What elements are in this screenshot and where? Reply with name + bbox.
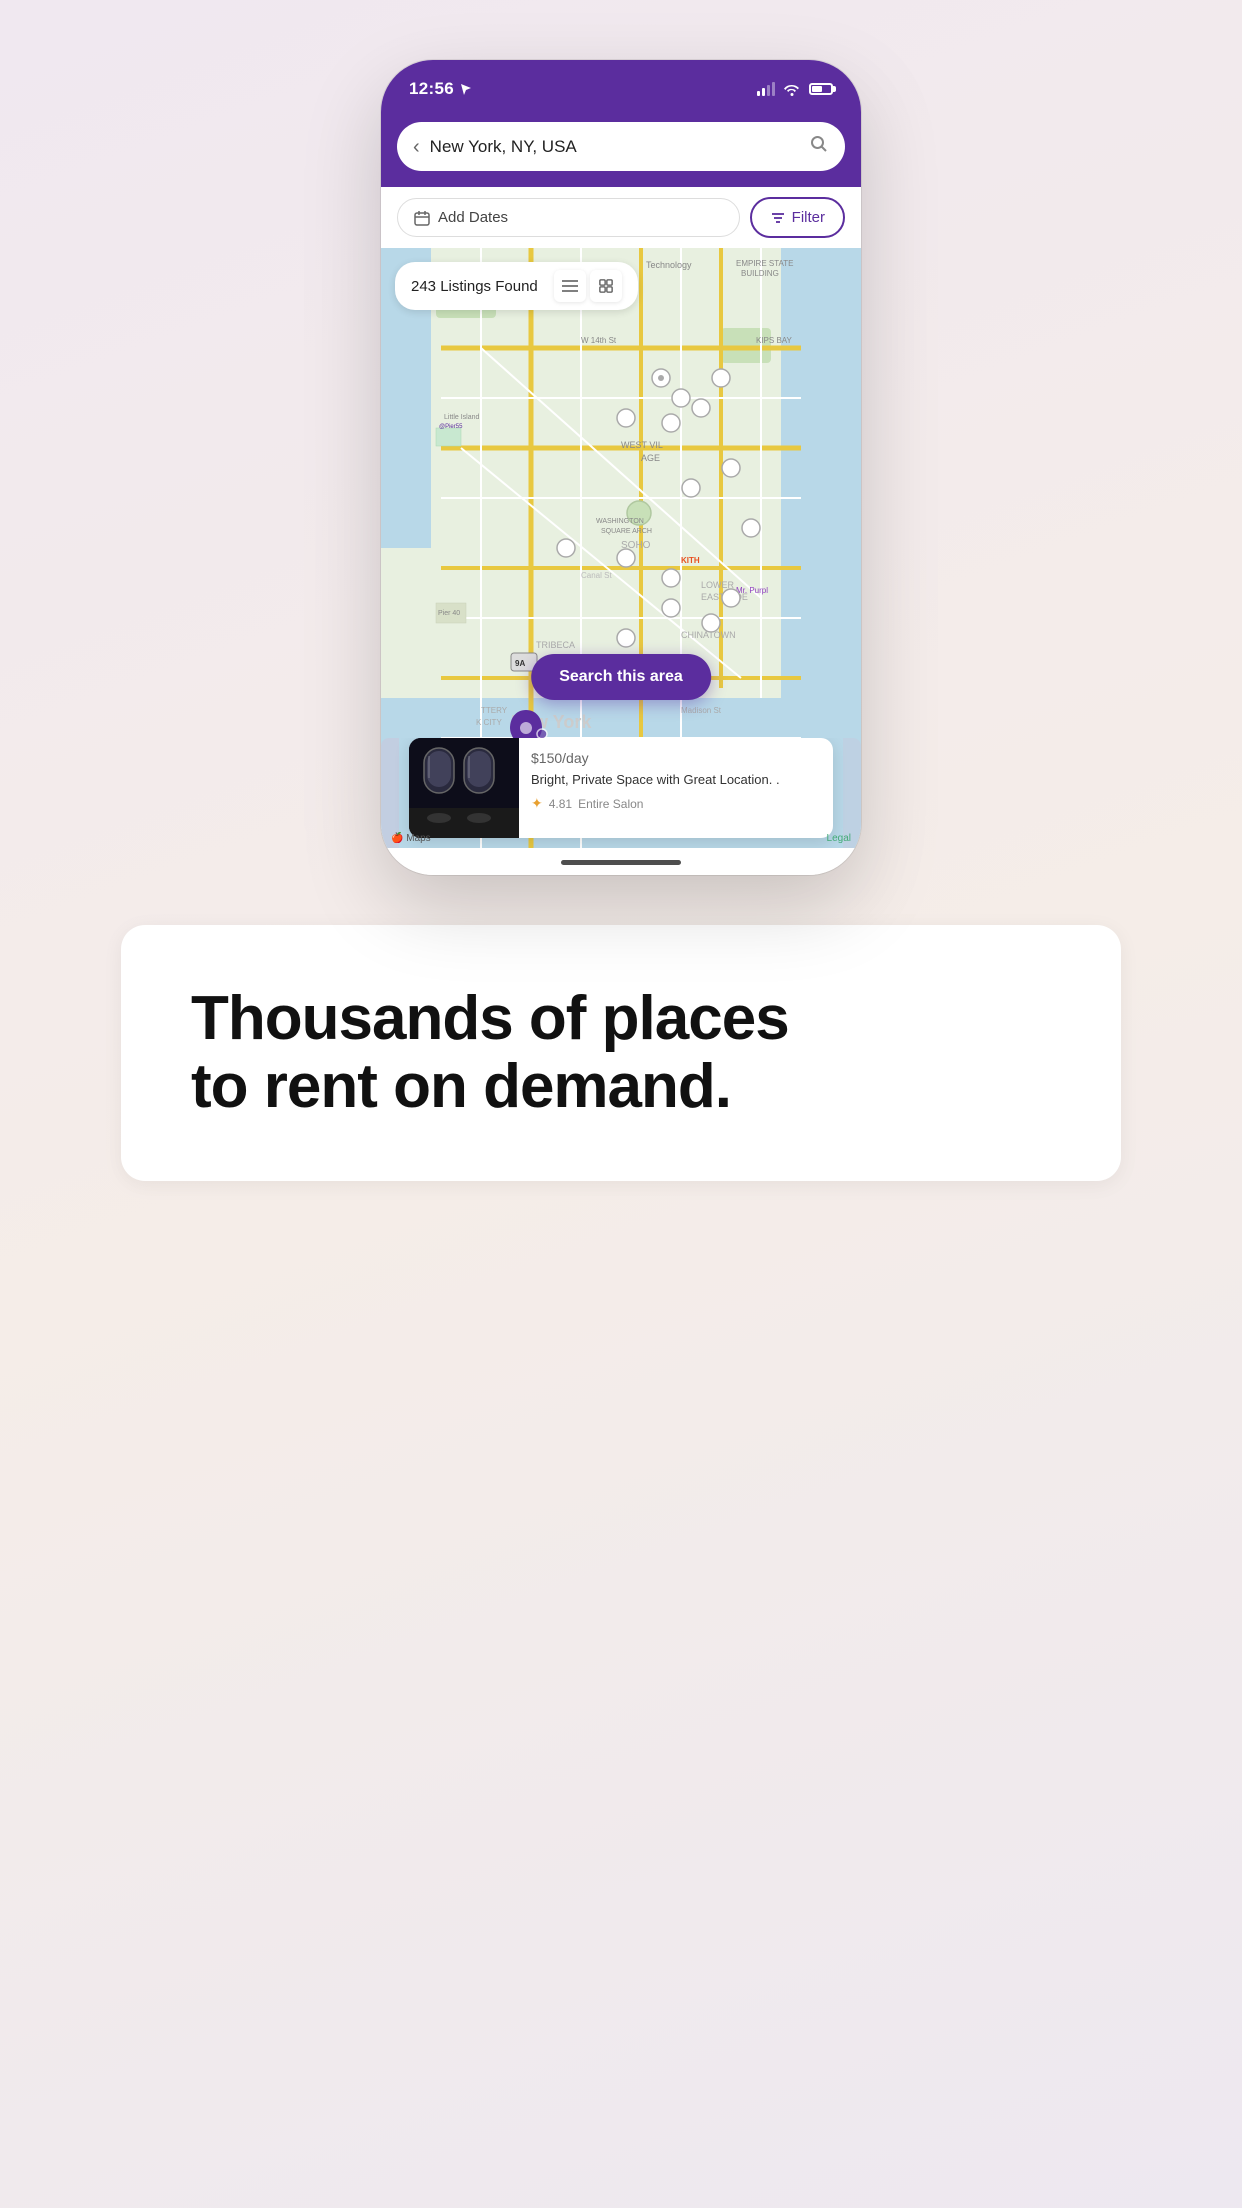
listing-rating: 4.81 (549, 797, 572, 811)
time-label: 12:56 (409, 79, 454, 99)
svg-text:Pier 40: Pier 40 (438, 610, 460, 617)
svg-text:WASHINGTON: WASHINGTON (596, 518, 644, 525)
listing-card-row: $150/day Bright, Private Space with Grea… (381, 738, 861, 848)
svg-text:SQUARE ARCH: SQUARE ARCH (601, 528, 652, 535)
svg-text:WEST VIL: WEST VIL (621, 440, 663, 450)
svg-text:9A: 9A (515, 659, 525, 668)
svg-text:AGE: AGE (641, 453, 660, 463)
list-view-button[interactable] (554, 270, 586, 302)
page-wrapper: 12:56 (0, 0, 1242, 2208)
add-dates-label: Add Dates (438, 209, 508, 226)
map-attribution: 🍎 Maps (391, 833, 431, 844)
filter-button[interactable]: Filter (750, 197, 845, 238)
svg-text:Little Island: Little Island (444, 414, 480, 421)
listing-price: $150/day (531, 748, 821, 768)
filter-row: Add Dates Filter (381, 187, 861, 248)
search-bar[interactable]: ‹ New York, NY, USA (397, 122, 845, 171)
headline-line2: to rent on demand. (191, 1052, 731, 1121)
search-icon (809, 134, 829, 154)
card-peek-right (843, 738, 861, 848)
status-time: 12:56 (409, 79, 472, 99)
svg-text:TRIBECA: TRIBECA (536, 640, 575, 650)
svg-text:@Pier55: @Pier55 (439, 424, 463, 430)
marketing-headline: Thousands of places to rent on demand. (191, 985, 1051, 1121)
headline-line1: Thousands of places (191, 984, 789, 1053)
svg-text:K CITY: K CITY (476, 718, 502, 727)
apple-maps-label: 🍎 Maps (391, 833, 431, 844)
listings-count-text: 243 Listings Found (411, 278, 538, 295)
location-arrow-icon (460, 83, 472, 95)
svg-text:BUILDING: BUILDING (741, 269, 779, 278)
signal-bars-icon (757, 82, 775, 96)
filter-icon (770, 210, 786, 226)
listings-count-badge: 243 Listings Found (395, 262, 638, 310)
back-button[interactable]: ‹ (413, 137, 420, 157)
svg-text:Mr. Purpl: Mr. Purpl (736, 586, 768, 595)
search-area-button[interactable]: Search this area (531, 654, 711, 700)
phone-frame: 12:56 (381, 60, 861, 875)
listing-info: $150/day Bright, Private Space with Grea… (519, 738, 833, 838)
status-icons (757, 82, 833, 96)
listing-title: Bright, Private Space with Great Locatio… (531, 771, 821, 789)
search-icon-button[interactable] (809, 134, 829, 159)
wifi-icon (783, 82, 801, 96)
price-value: $150 (531, 750, 562, 766)
home-indicator (381, 848, 861, 875)
listing-type: Entire Salon (578, 797, 643, 811)
view-toggle (554, 270, 622, 302)
listing-image (409, 738, 519, 838)
add-dates-button[interactable]: Add Dates (397, 198, 740, 237)
salon-image-svg (409, 738, 519, 838)
card-peek-left (381, 738, 399, 848)
map-area[interactable]: Technology EMPIRE STATE BUILDING KIPS BA… (381, 248, 861, 848)
listing-card[interactable]: $150/day Bright, Private Space with Grea… (409, 738, 833, 838)
status-bar: 12:56 (381, 60, 861, 114)
search-location-text: New York, NY, USA (430, 137, 799, 157)
svg-text:Technology: Technology (646, 260, 692, 270)
grid-view-icon (598, 279, 614, 293)
price-unit: /day (562, 750, 588, 766)
filter-label: Filter (792, 209, 825, 226)
svg-text:KITH: KITH (681, 556, 700, 565)
home-bar (561, 860, 681, 865)
marketing-section: Thousands of places to rent on demand. (121, 925, 1121, 1181)
list-view-icon (562, 279, 578, 293)
svg-text:KIPS BAY: KIPS BAY (756, 336, 793, 345)
legal-link[interactable]: Legal (827, 833, 851, 844)
app-header: ‹ New York, NY, USA (381, 114, 861, 187)
svg-text:TTERY: TTERY (481, 706, 508, 715)
calendar-icon (414, 210, 430, 226)
svg-text:W 14th St: W 14th St (581, 336, 617, 345)
svg-text:Madison St: Madison St (681, 706, 722, 715)
svg-text:Canal St: Canal St (581, 571, 612, 580)
svg-text:EMPIRE STATE: EMPIRE STATE (736, 259, 794, 268)
listing-meta: ✦ 4.81 Entire Salon (531, 795, 821, 812)
battery-icon (809, 83, 833, 95)
grid-view-button[interactable] (590, 270, 622, 302)
person-icon: ✦ (531, 795, 543, 812)
